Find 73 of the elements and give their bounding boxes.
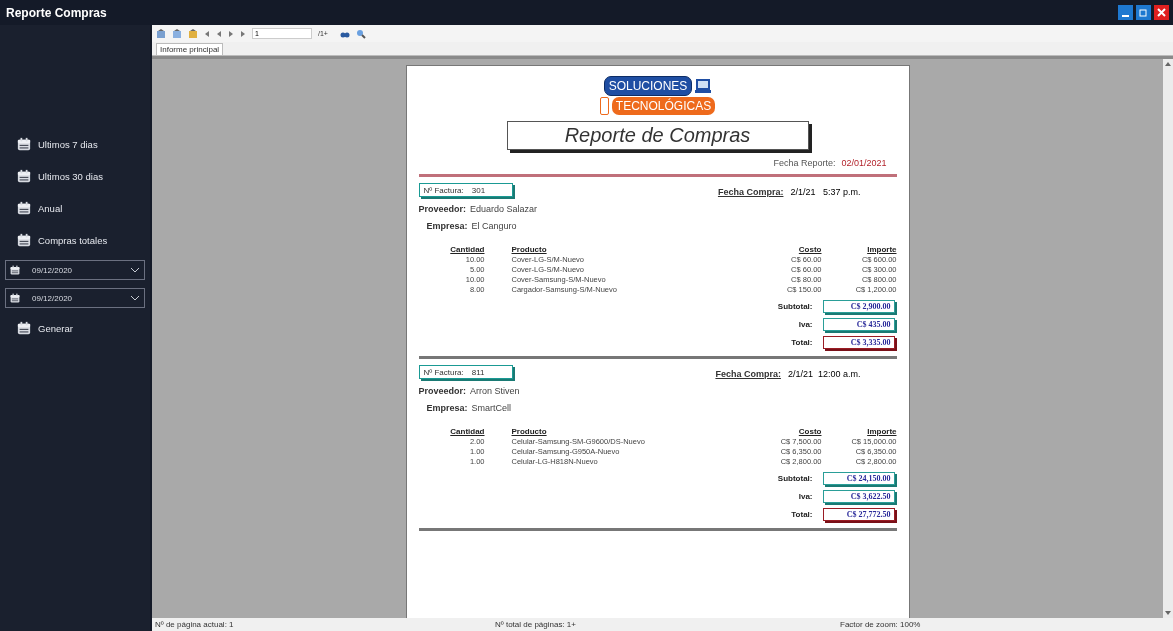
total-label: Iva: xyxy=(798,492,813,501)
calendar-icon xyxy=(17,137,31,151)
column-header: Producto xyxy=(511,245,548,254)
invoice-number-box: Nº Factura: 301 xyxy=(418,183,513,197)
restore-button[interactable] xyxy=(1136,5,1151,20)
chevron-down-icon xyxy=(130,295,140,301)
purchase-date-label: Fecha Compra: xyxy=(715,369,781,379)
column-header: Costo xyxy=(797,427,822,436)
calendar-icon xyxy=(17,201,31,215)
company-name: SmartCell xyxy=(471,403,512,413)
calendar-icon xyxy=(17,321,31,335)
total-label: Total: xyxy=(791,338,813,347)
report-date-label: Fecha Reporte: xyxy=(773,158,836,168)
total-value: C$ 3,335.00 xyxy=(822,336,895,349)
date-picker[interactable]: 09/12/2020 xyxy=(5,288,145,308)
total-label: Total: xyxy=(791,510,813,519)
scroll-up-icon[interactable] xyxy=(1165,62,1171,66)
sidebar-button[interactable]: Ultimos 7 dias xyxy=(5,128,145,160)
status-text: Factor de zoom: 100% xyxy=(840,620,921,629)
total-value: C$ 24,150.00 xyxy=(822,472,895,485)
purchase-date: 2/1/21 5:37 p.m. xyxy=(790,187,861,197)
minimize-button[interactable] xyxy=(1118,5,1133,20)
column-header: Costo xyxy=(797,245,822,254)
company-name: El Canguro xyxy=(471,221,517,231)
minimize-icon xyxy=(1122,14,1129,17)
company-label: Empresa: xyxy=(426,221,468,231)
next-page-icon[interactable] xyxy=(228,30,234,37)
date-picker[interactable]: 09/12/2020 xyxy=(5,260,145,280)
total-label: Subtotal: xyxy=(777,474,813,483)
total-value: C$ 27,772.50 xyxy=(822,508,895,521)
column-header: Importe xyxy=(866,427,897,436)
sidebar-button[interactable]: Anual xyxy=(5,192,145,224)
report-title: Reporte de Compras xyxy=(506,121,809,150)
column-header: Importe xyxy=(866,245,897,254)
report-tab[interactable]: Informe principal xyxy=(156,43,224,55)
first-page-icon[interactable] xyxy=(204,30,210,37)
purchase-date-label: Fecha Compra: xyxy=(717,187,784,197)
previous-page-icon[interactable] xyxy=(216,30,222,37)
purchase-date: 2/1/21 12:00 a.m. xyxy=(787,369,861,379)
chevron-down-icon xyxy=(130,267,140,273)
total-value: C$ 3,622.50 xyxy=(822,490,895,503)
restore-icon xyxy=(1139,8,1148,17)
window-title: Reporte Compras xyxy=(6,5,107,20)
logo: SOLUCIONES TECNOLÓGICAS xyxy=(418,76,897,115)
close-icon xyxy=(1157,8,1166,17)
sidebar-button[interactable]: Generar xyxy=(5,312,145,344)
zoom-icon[interactable] xyxy=(355,28,366,39)
calendar-icon xyxy=(10,293,20,303)
supplier-label: Proveedor: xyxy=(418,204,466,214)
sidebar-button[interactable]: Compras totales xyxy=(5,224,145,256)
supplier-name: Arron Stiven xyxy=(470,386,520,396)
status-text: Nº de página actual: 1 xyxy=(155,620,235,629)
supplier-name: Eduardo Salazar xyxy=(470,204,538,214)
total-label: Iva: xyxy=(798,320,813,329)
column-header: Producto xyxy=(511,427,548,436)
calendar-icon xyxy=(10,265,20,275)
total-value: C$ 2,900.00 xyxy=(822,300,895,313)
total-label: Subtotal: xyxy=(777,302,813,311)
supplier-label: Proveedor: xyxy=(418,386,466,396)
scrollbar[interactable] xyxy=(1163,59,1173,618)
company-label: Empresa: xyxy=(426,403,468,413)
invoice-number-box: Nº Factura: 811 xyxy=(418,365,513,379)
close-button[interactable] xyxy=(1154,5,1169,20)
total-value: C$ 435.00 xyxy=(822,318,895,331)
calendar-icon xyxy=(17,233,31,247)
scroll-down-icon[interactable] xyxy=(1165,611,1171,615)
status-text: Nº total de páginas: 1+ xyxy=(495,620,577,629)
report-date: 02/01/2021 xyxy=(841,158,887,168)
sidebar-button[interactable]: Ultimos 30 dias xyxy=(5,160,145,192)
column-header: Cantidad xyxy=(449,245,485,254)
calendar-icon xyxy=(17,169,31,183)
column-header: Cantidad xyxy=(449,427,485,436)
last-page-icon[interactable] xyxy=(240,30,246,37)
